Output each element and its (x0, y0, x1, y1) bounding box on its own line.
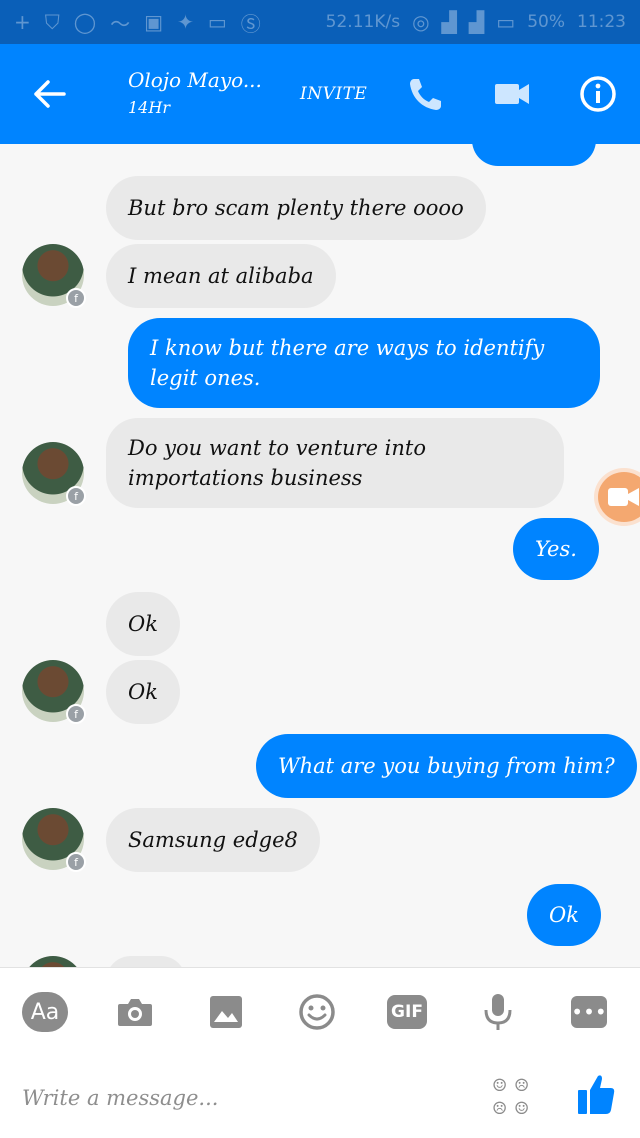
emoji-icon: ☹ (514, 1076, 530, 1096)
text-format-button[interactable]: Aa (21, 990, 69, 1034)
message-bubble-incoming[interactable]: Ok (106, 592, 180, 656)
message-bubble-outgoing[interactable]: I know but there are ways to identify le… (128, 318, 600, 408)
video-camera-icon (495, 84, 529, 104)
smiley-icon (299, 994, 335, 1030)
emoji-icon: ☹ (492, 1099, 508, 1119)
whatsapp-icon: ◯ (73, 10, 97, 34)
invite-button[interactable]: INVITE (300, 84, 367, 104)
avatar[interactable]: f (22, 808, 86, 872)
video-camera-icon (608, 488, 639, 506)
gif-label: GIF (387, 995, 427, 1029)
info-icon (580, 76, 616, 112)
s-icon: Ⓢ (240, 11, 261, 36)
message-bubble-incoming[interactable]: Samsung edge8 (106, 808, 320, 872)
avatar[interactable] (22, 956, 84, 967)
signal-icon: ▟ (441, 10, 457, 34)
message-list[interactable]: But bro scam plenty there oooo I mean at… (0, 144, 640, 967)
camera-icon (118, 999, 152, 1026)
battery-level: 50% (527, 12, 565, 32)
call-button[interactable] (406, 74, 446, 118)
notification-icons: + ⛉ ◯ 〜 ▣ ✦ ▭ Ⓢ (14, 8, 261, 37)
message-bubble-partial[interactable] (472, 144, 596, 166)
camera-button[interactable] (111, 990, 159, 1034)
facebook-icon: f (66, 288, 86, 308)
microphone-icon (484, 994, 512, 1030)
add-icon: + (14, 10, 31, 34)
message-input[interactable] (22, 1078, 462, 1118)
battery-icon: ▭ (496, 10, 516, 34)
chat-header: Olojo Mayo... 14Hr INVITE (0, 44, 640, 144)
more-button[interactable]: ••• (565, 990, 613, 1034)
status-bar: + ⛉ ◯ 〜 ▣ ✦ ▭ Ⓢ 52.11K/s ◎ ▟ ▟ ▭ 50% 11:… (0, 0, 640, 44)
more-icon: ••• (571, 996, 607, 1028)
facebook-icon: f (66, 852, 86, 872)
hotspot-icon: ◎ (412, 10, 430, 34)
message-bubble-incoming[interactable]: Ok (106, 660, 180, 724)
contact-last-active: 14Hr (128, 98, 170, 117)
voice-button[interactable] (474, 990, 522, 1034)
facebook-icon: f (66, 486, 86, 506)
twitter-icon: ✦ (177, 10, 194, 34)
avatar[interactable]: f (22, 244, 86, 308)
aa-label: Aa (22, 992, 68, 1032)
composer: Aa GIF ••• ☺ (0, 967, 640, 1138)
message-bubble-incoming[interactable]: Do you want to venture into importations… (106, 418, 564, 508)
clock: 11:23 (577, 12, 626, 32)
shield-icon: ⛉ (44, 10, 60, 34)
message-bubble-outgoing[interactable]: What are you buying from him? (256, 734, 637, 798)
back-button[interactable] (28, 72, 72, 116)
like-button[interactable] (576, 1072, 616, 1120)
message-bubble-outgoing[interactable]: Yes. (513, 518, 599, 580)
contact-name[interactable]: Olojo Mayo... (128, 68, 262, 92)
info-button[interactable] (578, 74, 618, 118)
gallery-icon: ▣ (144, 10, 164, 34)
message-bubble-incoming[interactable]: But bro scam plenty there oooo (106, 176, 486, 240)
wave-icon: 〜 (110, 11, 131, 36)
message-bubble-incoming[interactable]: I mean at alibaba (106, 244, 336, 308)
emoji-button[interactable]: ☺ ☹ ☹ ☺ (492, 1076, 536, 1120)
message-bubble-partial[interactable] (106, 956, 186, 967)
avatar[interactable]: f (22, 660, 86, 724)
sticker-button[interactable] (293, 990, 341, 1034)
network-speed: 52.11K/s (325, 12, 401, 32)
image-icon (210, 996, 242, 1028)
chat-icon: ▭ (207, 10, 227, 34)
video-call-button[interactable] (492, 74, 532, 118)
gif-button[interactable]: GIF (383, 990, 431, 1034)
thumbs-up-icon (578, 1075, 615, 1114)
arrow-left-icon (34, 80, 66, 108)
gallery-button[interactable] (202, 990, 250, 1034)
facebook-icon: f (66, 704, 86, 724)
message-bubble-outgoing[interactable]: Ok (527, 884, 601, 946)
signal-2-icon: ▟ (468, 10, 485, 34)
avatar[interactable]: f (22, 442, 86, 506)
phone-icon (410, 79, 441, 110)
emoji-icon: ☺ (492, 1076, 508, 1096)
emoji-icon: ☺ (514, 1099, 530, 1119)
